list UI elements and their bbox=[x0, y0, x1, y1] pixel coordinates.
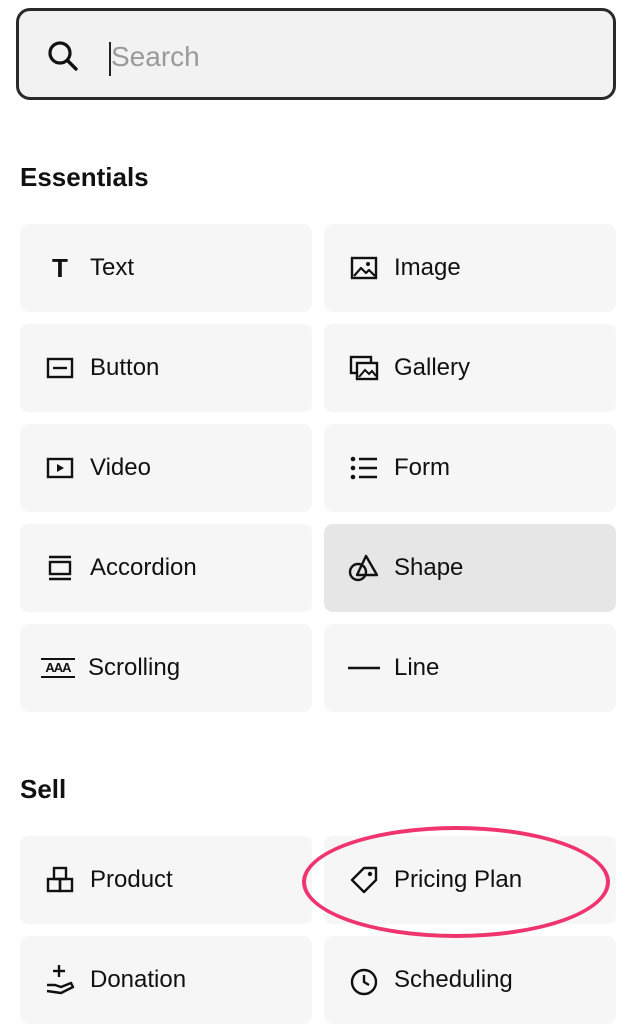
tile-label: Form bbox=[394, 454, 450, 481]
clock-icon bbox=[346, 964, 382, 1000]
tile-label: Image bbox=[394, 254, 461, 281]
tag-icon bbox=[346, 862, 382, 898]
tile-video[interactable]: Video bbox=[20, 424, 312, 512]
tile-label: Line bbox=[394, 654, 440, 681]
tile-label: Donation bbox=[90, 966, 187, 993]
tile-donation[interactable]: Donation bbox=[20, 936, 312, 1024]
tile-label: Product bbox=[90, 866, 173, 893]
tile-label: Button bbox=[90, 354, 160, 381]
tile-label: Pricing Plan bbox=[394, 866, 523, 893]
section-title-essentials: Essentials bbox=[20, 162, 149, 192]
tile-button[interactable]: Button bbox=[20, 324, 312, 412]
image-icon bbox=[346, 250, 382, 286]
section-title-sell: Sell bbox=[20, 774, 67, 804]
tile-product[interactable]: Product bbox=[20, 836, 312, 924]
tile-scrolling[interactable]: AAA Scrolling bbox=[20, 624, 312, 712]
gallery-icon bbox=[346, 350, 382, 386]
tile-accordion[interactable]: Accordion bbox=[20, 524, 312, 612]
button-icon bbox=[42, 350, 78, 386]
tile-line[interactable]: Line bbox=[324, 624, 616, 712]
accordion-icon bbox=[42, 550, 78, 586]
tile-image[interactable]: Image bbox=[324, 224, 616, 312]
tile-label: Accordion bbox=[90, 554, 197, 581]
product-icon bbox=[42, 862, 78, 898]
search-box[interactable] bbox=[16, 8, 616, 100]
tile-text[interactable]: T Text bbox=[20, 224, 312, 312]
line-icon bbox=[346, 650, 382, 686]
tile-pricing-plan[interactable]: Pricing Plan bbox=[324, 836, 616, 924]
tile-label: Shape bbox=[394, 554, 464, 581]
tile-form[interactable]: Form bbox=[324, 424, 616, 512]
tile-label: Scheduling bbox=[394, 966, 513, 993]
text-icon: T bbox=[52, 253, 68, 283]
tile-shape[interactable]: Shape bbox=[324, 524, 616, 612]
scrolling-icon: AAA bbox=[40, 650, 76, 686]
form-icon bbox=[346, 450, 382, 486]
sell-grid: Product Pricing Plan Donation Scheduling bbox=[20, 836, 616, 1024]
video-icon bbox=[42, 450, 78, 486]
search-input[interactable] bbox=[111, 29, 591, 85]
tile-gallery[interactable]: Gallery bbox=[324, 324, 616, 412]
tile-label: Video bbox=[90, 454, 151, 481]
tile-scheduling[interactable]: Scheduling bbox=[324, 936, 616, 1024]
tile-label: Text bbox=[90, 254, 135, 281]
essentials-grid: T Text Image Button Gallery Video Form A… bbox=[20, 224, 616, 712]
shape-icon bbox=[346, 550, 382, 586]
tile-label: Scrolling bbox=[88, 654, 181, 681]
tile-label: Gallery bbox=[394, 354, 471, 381]
donation-icon bbox=[42, 962, 78, 998]
search-icon bbox=[48, 41, 78, 71]
